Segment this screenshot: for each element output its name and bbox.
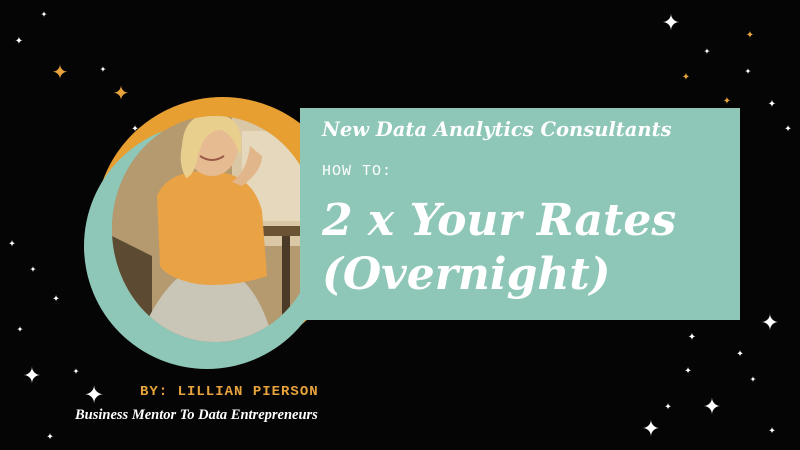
portrait-photo <box>112 116 318 342</box>
sparkle-star-icon: ✦ <box>736 349 744 360</box>
sparkle-star-icon: ✦ <box>22 364 42 389</box>
sparkle-star-icon: ✦ <box>684 366 692 377</box>
sparkle-star-icon: ✦ <box>641 417 661 442</box>
sparkle-star-icon: ✦ <box>29 265 37 274</box>
headline: 2 x Your Rates (Overnight) <box>322 194 676 302</box>
sparkle-star-icon: ✦ <box>112 81 130 105</box>
sparkle-star-icon: ✦ <box>14 36 24 47</box>
sparkle-star-icon: ✦ <box>681 72 691 83</box>
sparkle-star-icon: ✦ <box>52 294 60 305</box>
sparkle-star-icon: ✦ <box>744 67 752 76</box>
sparkle-star-icon: ✦ <box>749 375 757 384</box>
sparkle-star-icon: ✦ <box>51 60 69 84</box>
headline-line-2: (Overnight) <box>322 249 611 300</box>
sparkle-star-icon: ✦ <box>16 325 24 334</box>
sparkle-star-icon: ✦ <box>99 65 107 74</box>
sparkle-star-icon: ✦ <box>702 395 722 420</box>
sparkle-star-icon: ✦ <box>72 367 80 376</box>
sparkle-star-icon: ✦ <box>8 239 16 250</box>
sparkle-star-icon: ✦ <box>767 99 777 110</box>
sparkle-star-icon: ✦ <box>722 96 732 107</box>
sparkle-star-icon: ✦ <box>661 11 681 36</box>
sparkle-star-icon: ✦ <box>46 432 54 443</box>
byline: BY: LILLIAN PIERSON <box>140 384 319 400</box>
sparkle-star-icon: ✦ <box>664 402 672 413</box>
headline-panel: New Data Analytics Consultants HOW TO: 2… <box>300 108 740 320</box>
sparkle-star-icon: ✦ <box>703 47 711 56</box>
portrait-illustration <box>112 116 318 342</box>
tagline: Business Mentor To Data Entrepreneurs <box>75 407 318 423</box>
sparkle-star-icon: ✦ <box>40 10 48 19</box>
how-to-label: HOW TO: <box>322 163 393 180</box>
sparkle-star-icon: ✦ <box>83 381 105 409</box>
sparkle-star-icon: ✦ <box>768 426 776 437</box>
sparkle-star-icon: ✦ <box>760 311 780 336</box>
sparkle-star-icon: ✦ <box>745 30 755 41</box>
panel-title: New Data Analytics Consultants <box>322 118 672 141</box>
sparkle-star-icon: ✦ <box>687 332 697 343</box>
sparkle-star-icon: ✦ <box>784 124 792 135</box>
headline-line-1: 2 x Your Rates <box>322 195 677 246</box>
